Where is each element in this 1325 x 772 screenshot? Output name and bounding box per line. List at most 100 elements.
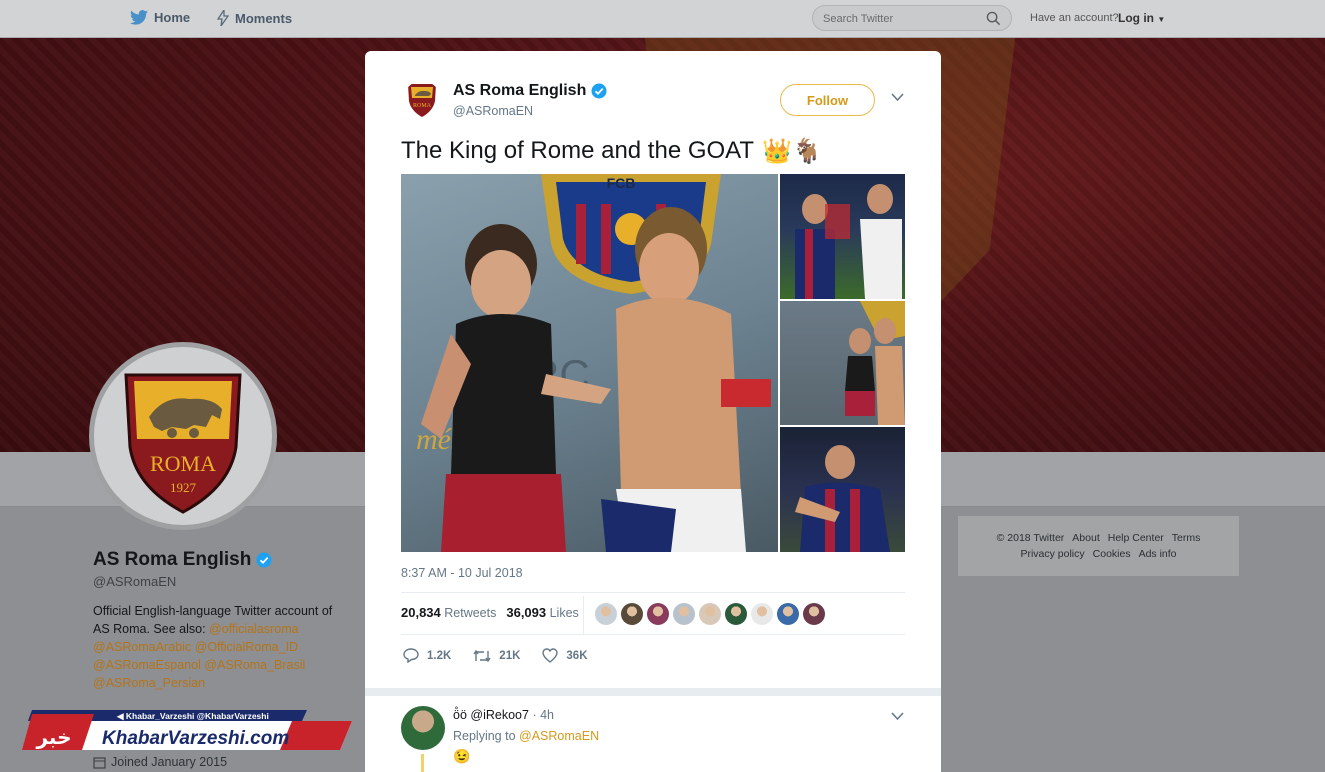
chevron-down-icon[interactable] (891, 93, 904, 102)
tweet-emoji: 👑🐐 (762, 137, 822, 165)
liker-avatar[interactable] (673, 603, 695, 625)
tweet-timestamp[interactable]: 8:37 AM - 10 Jul 2018 (401, 566, 523, 580)
tweet-author-handle: @ASRomaEN (453, 104, 534, 118)
reply-username[interactable]: @iRekoo7 (470, 708, 529, 722)
profile-handle: @ASRomaEN (93, 574, 177, 589)
liker-avatar[interactable] (751, 603, 773, 625)
profile-bio: Official English-language Twitter accoun… (93, 602, 343, 692)
lightning-icon (217, 10, 229, 26)
retweet-icon (473, 649, 491, 662)
footer-link-privacy[interactable]: Privacy policy (1020, 548, 1084, 560)
calendar-icon (93, 756, 106, 769)
tweet-author-name-text: AS Roma English (453, 82, 587, 99)
joined-text: Joined January 2015 (111, 755, 228, 769)
retweets-count: 20,834 (401, 605, 441, 620)
reply-user-line: ö̊ö @iRekoo7 · 4h (453, 708, 554, 722)
nav-moments[interactable]: Moments (217, 10, 292, 26)
footer-link-help[interactable]: Help Center (1108, 532, 1164, 544)
tweet-stats: 20,834 Retweets 36,093 Likes (401, 605, 579, 620)
footer-link-cookies[interactable]: Cookies (1093, 548, 1131, 560)
crest-text: ROMA (150, 451, 216, 476)
divider (401, 634, 905, 635)
reply-time[interactable]: · 4h (532, 708, 554, 722)
reply-user-avatar[interactable] (401, 706, 445, 750)
tweet-actions: 1.2K 21K 36K (403, 648, 588, 663)
liker-avatar[interactable] (699, 603, 721, 625)
tweet-text: The King of Rome and the GOAT 👑🐐 (401, 137, 822, 165)
tweet-author-avatar[interactable]: ROMA (403, 81, 441, 119)
tweet-photo-main[interactable]: FCB ARC més que un (401, 174, 778, 552)
photo-2-art (795, 184, 902, 299)
replying-to: Replying to @ASRomaEN (453, 729, 599, 743)
joined-date: Joined January 2015 (93, 755, 227, 769)
footer-link-ads[interactable]: Ads info (1139, 548, 1177, 560)
footer-link-terms[interactable]: Terms (1172, 532, 1201, 544)
likes-label: Likes (549, 606, 579, 620)
reply-count: 1.2K (427, 649, 452, 662)
tweet-photo-3[interactable] (780, 301, 905, 425)
nav-home[interactable]: Home (130, 10, 190, 25)
liker-avatars (595, 603, 825, 625)
footer-link-about[interactable]: About (1072, 532, 1099, 544)
reply-user-prefix: ö̊ö (453, 708, 467, 722)
verified-badge-icon (591, 83, 607, 99)
nav-home-label: Home (154, 10, 191, 25)
search-input[interactable] (823, 10, 983, 27)
likes-stat[interactable]: 36,093 Likes (506, 605, 578, 620)
nav-moments-label: Moments (235, 10, 293, 26)
tweet-author-name[interactable]: AS Roma English (453, 82, 607, 100)
retweets-label: Retweets (444, 606, 497, 620)
photo-4-art (795, 445, 890, 552)
login-label: Log in (1118, 11, 1154, 25)
tweet-photo-4[interactable] (780, 427, 905, 552)
liker-avatar[interactable] (595, 603, 617, 625)
profile-name[interactable]: AS Roma English (93, 549, 272, 571)
crest-year: 1927 (170, 480, 197, 495)
tweet-text-content: The King of Rome and the GOAT (401, 137, 755, 164)
liker-avatar[interactable] (725, 603, 747, 625)
profile-avatar[interactable]: ROMA 1927 (89, 342, 277, 530)
bio-link[interactable]: @officialasroma (209, 622, 299, 636)
reply-action[interactable]: 1.2K (403, 648, 451, 663)
footer-copyright: © 2018 Twitter (996, 532, 1065, 544)
khabarvarzeshi-watermark: خبر ◀ Khabar_Varzeshi @KhabarVarzeshi Kh… (22, 710, 352, 750)
liker-avatar[interactable] (621, 603, 643, 625)
tweet-media-grid: FCB ARC més que un (401, 174, 905, 552)
replying-to-handle[interactable]: @ASRomaEN (519, 729, 599, 743)
chevron-down-icon[interactable] (891, 712, 904, 721)
verified-badge-icon (256, 552, 272, 568)
bio-link[interactable]: @ASRomaArabic (93, 640, 191, 654)
footer-links: © 2018 Twitter About Help Center Terms Priv… (958, 516, 1239, 576)
login-link[interactable]: Log in ▼ (1118, 11, 1165, 25)
liker-avatar[interactable] (803, 603, 825, 625)
tweet-photo-2[interactable] (780, 174, 905, 299)
roma-crest-icon: ROMA 1927 (124, 373, 242, 514)
caret-down-icon: ▼ (1157, 15, 1166, 24)
profile-name-text: AS Roma English (93, 549, 252, 570)
bio-link[interactable]: @ASRoma_Brasil (204, 658, 305, 672)
search-box (812, 5, 1012, 31)
follow-button[interactable]: Follow (780, 84, 875, 116)
photo-main-art: FCB ARC més que un (416, 174, 771, 552)
have-account-text: Have an account? (1030, 12, 1119, 24)
watermark-top-line: ◀ Khabar_Varzeshi @KhabarVarzeshi (116, 711, 269, 721)
retweet-count: 21K (499, 649, 521, 662)
watermark-badge: خبر (35, 725, 71, 749)
like-action[interactable]: 36K (542, 648, 588, 663)
liker-avatar[interactable] (777, 603, 799, 625)
top-nav: Home Moments Have an account? Log in ▼ (0, 0, 1325, 38)
retweet-action[interactable]: 21K (473, 648, 520, 663)
reply-thread-line (421, 754, 424, 772)
like-count: 36K (566, 649, 588, 662)
heart-icon (542, 648, 559, 663)
retweets-stat[interactable]: 20,834 Retweets (401, 605, 496, 620)
bio-link[interactable]: @ASRomaEspanol (93, 658, 201, 672)
search-icon[interactable] (986, 11, 1001, 26)
bio-link[interactable]: @OfficialRoma_ID (195, 640, 298, 654)
liker-avatar[interactable] (647, 603, 669, 625)
svg-text:ROMA: ROMA (413, 103, 432, 109)
photo-3-art (845, 301, 905, 425)
reply-tweet: ö̊ö @iRekoo7 · 4h Replying to @ASRomaEN … (365, 688, 941, 772)
bio-link[interactable]: @ASRoma_Persian (93, 676, 205, 690)
divider (401, 592, 905, 593)
